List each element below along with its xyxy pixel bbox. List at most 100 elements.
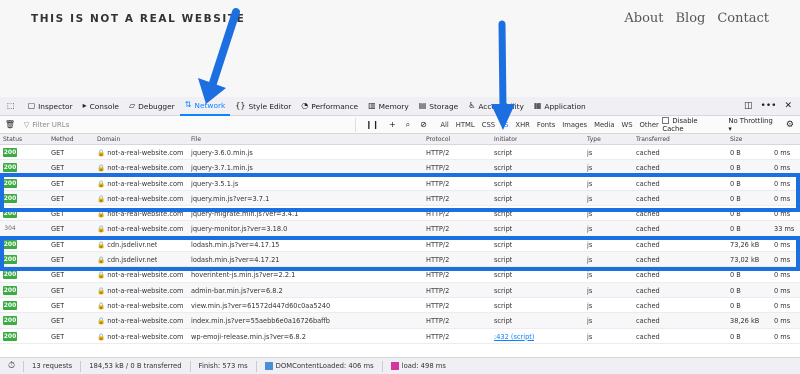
lock-icon: 🔒 — [97, 301, 106, 310]
lock-icon: 🔒 — [97, 164, 106, 173]
nav-blog[interactable]: Blog — [676, 11, 706, 26]
settings-gear-icon[interactable]: ⚙ — [786, 120, 794, 130]
col-type[interactable]: Type — [587, 136, 601, 143]
performance-icon: ◔ — [301, 101, 309, 110]
cell-domain: 🔒 not-a-real-website.com — [97, 164, 184, 173]
filter-bar-right: Disable Cache No Throttling ▾ ⚙ — [662, 117, 800, 133]
disable-cache-checkbox[interactable]: Disable Cache — [662, 117, 720, 133]
dock-icon[interactable]: ◫ — [744, 101, 753, 111]
cell-protocol: HTTP/2 — [426, 164, 450, 173]
search-icon[interactable]: ⌕ — [406, 120, 410, 130]
status-badge: 200 — [3, 270, 17, 280]
tab-label: Memory — [378, 101, 409, 111]
cell-method: GET — [51, 164, 65, 173]
table-row[interactable]: 200 GET 🔒 not-a-real-website.com view.min.js… — [0, 298, 800, 314]
tab-application[interactable]: ▦ Application — [529, 97, 591, 116]
cell-protocol: HTTP/2 — [426, 332, 450, 341]
type-filter-ws[interactable]: WS — [618, 120, 636, 130]
cell-transferred: cached — [636, 317, 660, 326]
tab-label: Style Editor — [248, 101, 292, 111]
nav-about[interactable]: About — [624, 11, 663, 26]
cell-domain: 🔒 not-a-real-website.com — [97, 286, 184, 295]
col-file[interactable]: File — [191, 136, 201, 143]
type-filter-fonts[interactable]: Fonts — [533, 120, 558, 130]
col-domain[interactable]: Domain — [97, 136, 120, 143]
col-transferred[interactable]: Transferred — [636, 136, 670, 143]
block-icon[interactable]: ⊘ — [420, 120, 427, 130]
filter-urls-input[interactable]: ▽ Filter URLs — [20, 117, 356, 132]
type-filters: AllHTMLCSSJSXHRFontsImagesMediaWSOther — [437, 120, 663, 130]
filter-tools: ❙❙ + ⌕ ⊘ — [356, 120, 437, 130]
cell-time: 0 ms — [774, 271, 791, 280]
cell-domain: 🔒 not-a-real-website.com — [97, 225, 184, 234]
tab-performance[interactable]: ◔ Performance — [296, 97, 363, 116]
cell-time: 0 ms — [774, 332, 791, 341]
nav-contact[interactable]: Contact — [717, 11, 769, 26]
cell-file: jquery-3.6.0.min.js — [191, 149, 253, 157]
type-filter-all[interactable]: All — [437, 120, 452, 130]
network-icon: ⇅ — [184, 100, 192, 109]
network-status-bar: ⏱ 13 requests 184,53 kB / 0 B transferre… — [0, 357, 800, 374]
cell-type: js — [587, 317, 593, 326]
type-filter-images[interactable]: Images — [559, 120, 591, 130]
filter-icon: ▽ — [23, 120, 30, 129]
col-protocol[interactable]: Protocol — [426, 136, 450, 143]
cell-time: 0 ms — [774, 164, 791, 173]
cell-file: view.min.js?ver=61572d447d60c0aa5240 — [191, 301, 331, 310]
type-filter-media[interactable]: Media — [591, 120, 618, 130]
lock-icon: 🔒 — [97, 317, 106, 326]
cell-protocol: HTTP/2 — [426, 225, 450, 234]
cell-time: 0 ms — [774, 301, 791, 310]
status-badge: 304 — [4, 225, 16, 233]
cell-domain: 🔒 not-a-real-website.com — [97, 317, 184, 326]
type-filter-html[interactable]: HTML — [452, 120, 478, 130]
col-initiator[interactable]: Initiator — [494, 136, 517, 143]
lock-icon: 🔒 — [97, 225, 106, 234]
highlight-jquery-rows — [0, 173, 800, 212]
tab-label: Storage — [429, 101, 459, 111]
cell-protocol: HTTP/2 — [426, 149, 450, 157]
type-filter-other[interactable]: Other — [636, 120, 662, 130]
element-picker-button[interactable]: ⬚ — [2, 97, 23, 116]
tab-console[interactable]: ▸ Console — [78, 97, 124, 116]
arrow-to-network-tab — [198, 8, 240, 104]
cell-type: js — [587, 286, 593, 295]
load-marker-icon — [390, 362, 399, 370]
table-row[interactable]: 304 GET 🔒 not-a-real-website.com jquery-moni… — [0, 221, 800, 237]
table-row[interactable]: 200 GET 🔒 not-a-real-website.com admin-bar.m… — [0, 282, 800, 298]
site-nav: About Blog Contact — [624, 11, 769, 26]
throttling-select[interactable]: No Throttling ▾ — [728, 117, 778, 133]
cell-time: 0 ms — [774, 317, 791, 326]
cell-domain: 🔒 not-a-real-website.com — [97, 332, 184, 341]
tab-label: Inspector — [38, 101, 73, 111]
tab-memory[interactable]: ▥ Memory — [363, 97, 414, 116]
cell-file: wp-emoji-release.min.js?ver=6.8.2 — [191, 332, 306, 341]
cell-type: js — [587, 164, 593, 173]
cell-transferred: cached — [636, 301, 660, 310]
cell-transferred: cached — [636, 149, 660, 157]
add-icon[interactable]: + — [389, 120, 396, 130]
tab-debugger[interactable]: ▱ Debugger — [124, 97, 180, 116]
devtools-tab-bar: ⬚ ▢ Inspector ▸ Console ▱ Debugger ⇅ Network{} S… — [0, 97, 800, 116]
tab-inspector[interactable]: ▢ Inspector — [23, 97, 78, 116]
col-size[interactable]: Size — [730, 136, 742, 143]
col-method[interactable]: Method — [51, 136, 74, 143]
table-row[interactable]: 200 GET 🔒 not-a-real-website.com index.min.j… — [0, 313, 800, 329]
dom-content-loaded: DOMContentLoaded: 406 ms — [257, 360, 383, 372]
close-icon[interactable]: ✕ — [784, 101, 792, 111]
table-row[interactable]: 200 GET 🔒 not-a-real-website.com wp-emoji-re… — [0, 329, 800, 344]
table-row[interactable]: 200 GET 🔒 not-a-real-website.com jquery-3.6.… — [0, 145, 800, 161]
clear-log-icon[interactable]: 🗑 — [0, 120, 20, 129]
cell-type: js — [587, 225, 593, 234]
more-options-icon[interactable]: ••• — [761, 101, 777, 111]
col-status[interactable]: Status — [3, 136, 22, 143]
filter-placeholder: Filter URLs — [32, 120, 70, 129]
cell-file: index.min.js?ver=55aebb6e0a16726baffb — [191, 317, 330, 326]
tab-storage[interactable]: ▤ Storage — [414, 97, 463, 116]
cell-method: GET — [51, 225, 65, 234]
debugger-icon: ▱ — [128, 101, 136, 110]
status-badge: 200 — [3, 285, 17, 295]
pause-icon[interactable]: ❙❙ — [366, 120, 379, 130]
timer-icon: ⏱ — [8, 360, 16, 371]
cell-protocol: HTTP/2 — [426, 301, 450, 310]
